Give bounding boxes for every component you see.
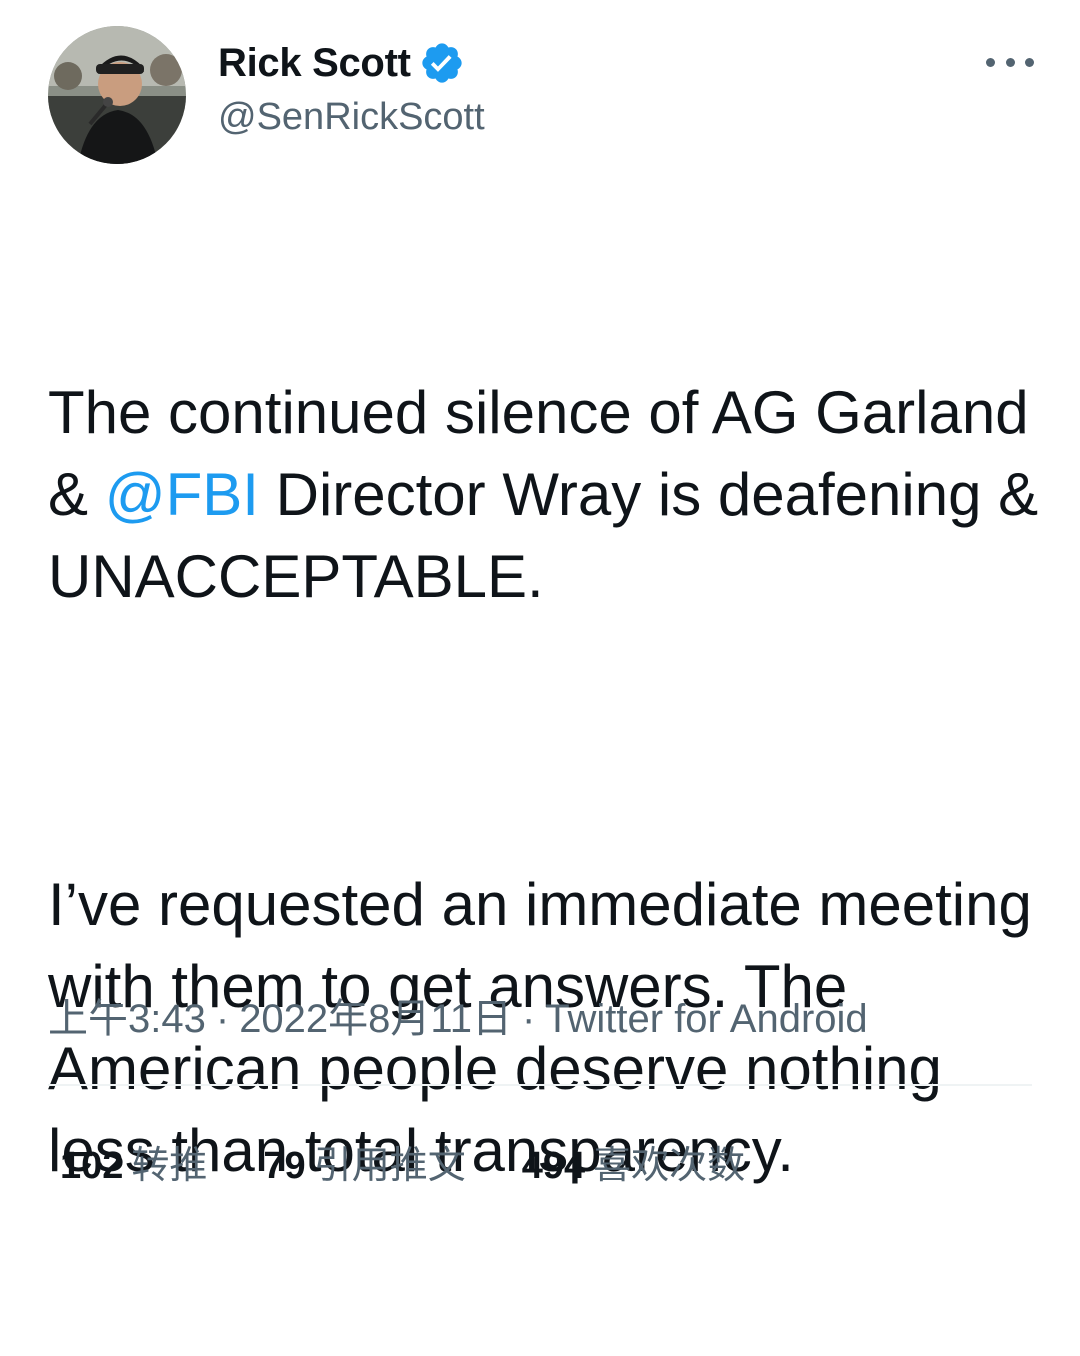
more-horizontal-icon-dot	[1005, 57, 1015, 67]
more-horizontal-icon-dot	[1025, 57, 1034, 67]
likes-stat[interactable]: 494 喜欢次数	[522, 1134, 745, 1189]
retweets-stat[interactable]: 102 转推	[60, 1134, 207, 1189]
verified-badge-icon	[419, 40, 465, 86]
author-handle[interactable]: @SenRickScott	[218, 96, 485, 139]
tweet-time[interactable]: 上午3:43	[48, 997, 206, 1041]
tweet-source[interactable]: Twitter for Android	[545, 997, 867, 1041]
mention-link[interactable]: @FBI	[105, 461, 259, 528]
likes-count: 494	[521, 1145, 586, 1187]
meta-separator: ·	[215, 997, 230, 1041]
quotes-stat[interactable]: 79 引用推文	[263, 1134, 465, 1189]
avatar[interactable]	[48, 26, 186, 164]
tweet-date[interactable]: 2022年8月11日	[239, 997, 512, 1041]
more-options-button[interactable]	[986, 44, 1034, 80]
divider	[48, 1084, 1032, 1086]
likes-label: 喜欢次数	[593, 1145, 746, 1187]
meta-separator: ·	[521, 997, 536, 1041]
author-name-row[interactable]: Rick Scott	[218, 38, 465, 88]
more-horizontal-icon	[986, 57, 995, 67]
tweet-paragraph-1: The continued silence of AG Garland & @F…	[48, 372, 1048, 618]
tweet-metadata: 上午3:43 · 2022年8月11日 · Twitter for Android	[48, 986, 868, 1044]
engagement-stats: 102 转推 79 引用推文 494 喜欢次数	[60, 1134, 801, 1189]
retweets-label: 转推	[131, 1145, 208, 1187]
avatar-photo	[48, 26, 186, 164]
retweets-count: 102	[60, 1145, 124, 1187]
quotes-label: 引用推文	[313, 1145, 466, 1187]
author-display-name[interactable]: Rick Scott	[218, 41, 411, 86]
quotes-count: 79	[263, 1145, 306, 1187]
